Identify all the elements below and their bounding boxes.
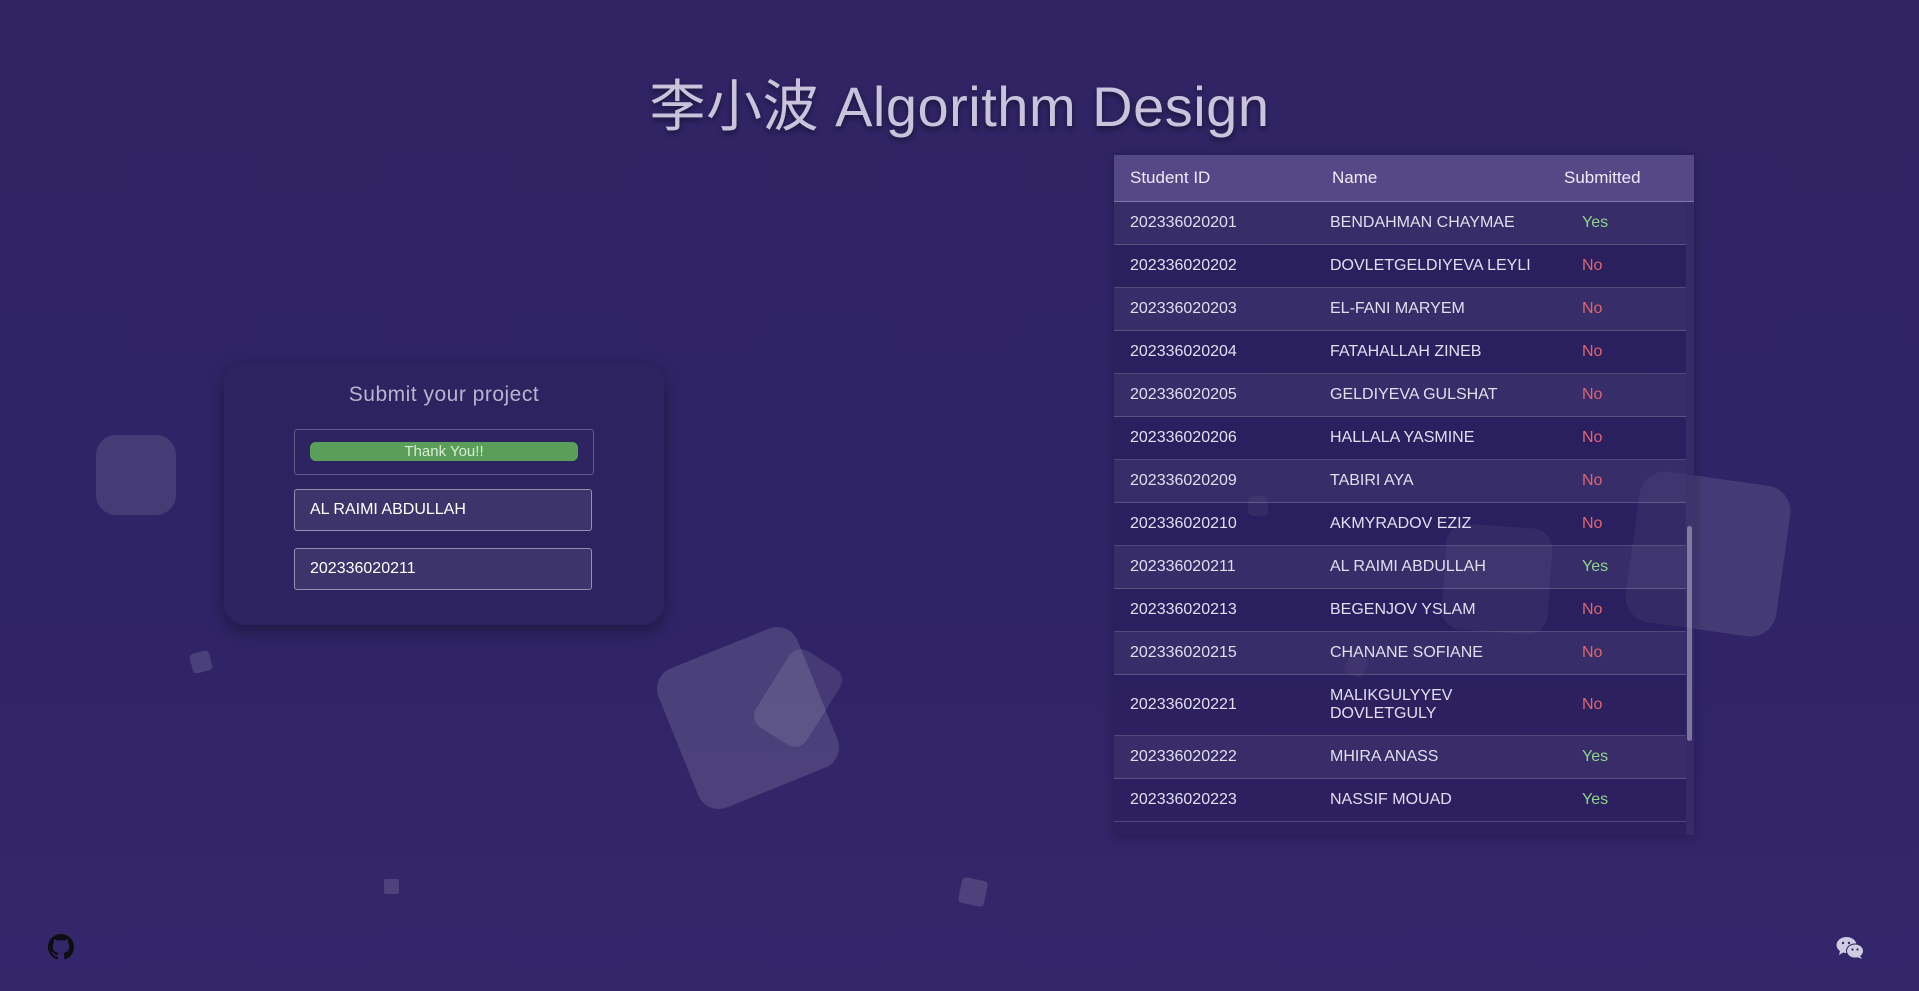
cell-student-id: 202336020213 [1130,601,1237,618]
table-row: 202336020223 NASSIF MOUAD Yes [1114,779,1686,822]
cell-submitted-status: No [1582,300,1603,317]
table-row: 202336020210 AKMYRADOV EZIZ No [1114,503,1686,546]
cell-student-id: 202336020222 [1130,748,1237,765]
cell-name: BENDAHMAN CHAYMAE [1330,214,1515,231]
cell-student-id: 202336020206 [1130,429,1237,446]
cell-name: AKMYRADOV EZIZ [1330,515,1472,532]
header-submitted[interactable]: Submitted [1564,155,1641,201]
table-row: 202336020222 MHIRA ANASS Yes [1114,736,1686,779]
cell-student-id: 202336020203 [1130,300,1237,317]
cell-student-id: 202336020201 [1130,214,1237,231]
cell-submitted-status: No [1582,429,1603,446]
background-shape [384,879,399,894]
cell-student-id: 202336020205 [1130,386,1237,403]
cell-submitted-status: Yes [1582,558,1609,575]
table-row: 202336020206 HALLALA YASMINE No [1114,417,1686,460]
cell-submitted-status: No [1582,386,1603,403]
cell-submitted-status: No [1582,257,1603,274]
background-shape [96,435,176,515]
cell-submitted-status: Yes [1582,791,1609,808]
table-row: 202336020213 BEGENJOV YSLAM No [1114,589,1686,632]
submit-card-title: Submit your project [348,383,540,406]
cell-name: DOVLETGELDIYEVA LEYLI [1330,257,1531,274]
table-row: 202336020205 GELDIYEVA GULSHAT No [1114,374,1686,417]
cell-name: GELDIYEVA GULSHAT [1330,386,1498,403]
github-icon[interactable] [48,934,74,960]
cell-name: AL RAIMI ABDULLAH [1330,558,1486,575]
cell-student-id: 202336020223 [1130,791,1237,808]
scrollbar-thumb[interactable] [1687,526,1692,741]
upload-status-label: Thank You!! [404,443,484,460]
cell-student-id: 202336020221 [1130,696,1237,713]
cell-student-id: 202336020209 [1130,472,1237,489]
table-row: 202336020209 TABIRI AYA No [1114,460,1686,503]
cell-student-id: 202336020204 [1130,343,1237,360]
cell-student-id: 202336020202 [1130,257,1237,274]
table-row: 202336020221 MALIKGULYYEV DOVLETGULY No [1114,675,1686,736]
wechat-icon[interactable] [1836,936,1864,960]
cell-submitted-status: No [1582,472,1603,489]
cell-submitted-status: No [1582,644,1603,661]
cell-submitted-status: No [1582,515,1603,532]
cell-submitted-status: Yes [1582,214,1609,231]
cell-name: EL-FANI MARYEM [1330,300,1465,317]
submit-card: Submit your project Thank You!! [224,363,664,625]
table-body: 202336020201 BENDAHMAN CHAYMAE Yes 20233602… [1114,202,1686,822]
cell-name: HALLALA YASMINE [1330,429,1475,446]
table-scrollbar[interactable] [1686,202,1694,835]
student-name-input[interactable] [294,489,592,531]
table-row: 202336020215 CHANANE SOFIANE No [1114,632,1686,675]
cell-submitted-status: No [1582,343,1603,360]
table-row: 202336020211 AL RAIMI ABDULLAH Yes [1114,546,1686,589]
table-row: 202336020202 DOVLETGELDIYEVA LEYLI No [1114,245,1686,288]
background-shape [188,649,214,675]
cell-student-id: 202336020211 [1130,558,1236,575]
cell-name: MHIRA ANASS [1330,748,1439,765]
cell-name: MALIKGULYYEV DOVLETGULY [1330,687,1453,722]
page-title: 李小波 Algorithm Design [649,75,1270,138]
table-row: 202336020204 FATAHALLAH ZINEB No [1114,331,1686,374]
header-student-id[interactable]: Student ID [1130,155,1210,201]
cell-student-id: 202336020215 [1130,644,1237,661]
cell-submitted-status: No [1582,601,1603,618]
table-row: 202336020201 BENDAHMAN CHAYMAE Yes [1114,202,1686,245]
cell-name: CHANANE SOFIANE [1330,644,1483,661]
cell-submitted-status: No [1582,696,1603,713]
table-header: Student ID Name Submitted [1114,155,1694,202]
table-row: 202336020203 EL-FANI MARYEM No [1114,288,1686,331]
cell-name: FATAHALLAH ZINEB [1330,343,1482,360]
cell-name: NASSIF MOUAD [1330,791,1452,808]
upload-progress-bar: Thank You!! [310,442,578,461]
cell-student-id: 202336020210 [1130,515,1237,532]
background-shape [957,876,989,908]
cell-name: BEGENJOV YSLAM [1330,601,1476,618]
student-id-input[interactable] [294,548,592,590]
submissions-table: Student ID Name Submitted 202336020201 BE… [1114,155,1694,835]
cell-name: TABIRI AYA [1330,472,1414,489]
file-upload-box[interactable]: Thank You!! [294,429,594,475]
cell-submitted-status: Yes [1582,748,1609,765]
header-name[interactable]: Name [1332,155,1377,201]
